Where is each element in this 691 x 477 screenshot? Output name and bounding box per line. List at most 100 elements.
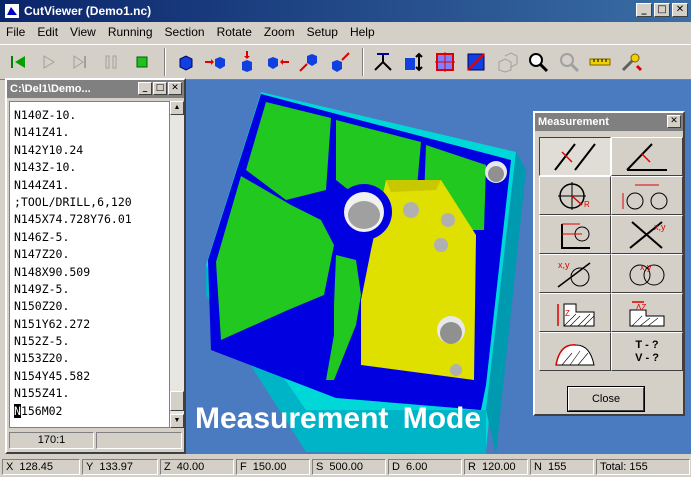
code-line[interactable]: N150Z20. <box>14 298 169 315</box>
menu-zoom[interactable]: Zoom <box>264 25 295 39</box>
code-window-title: C:\Del1\Demo... <box>10 83 91 95</box>
status-y-value: 133.97 <box>99 460 133 473</box>
wire-button[interactable] <box>493 48 521 76</box>
cube-icon <box>179 55 193 71</box>
code-line[interactable]: N153Z20. <box>14 350 169 367</box>
svg-text:ΔZ: ΔZ <box>636 303 646 312</box>
status-x: X 128.45 <box>2 458 80 475</box>
tools-button[interactable] <box>617 48 645 76</box>
code-line[interactable]: N144Z41. <box>14 177 169 194</box>
title-bar: CutViewer (Demo1.nc) _ □ ✕ <box>0 0 691 22</box>
run-button[interactable] <box>128 48 156 76</box>
window-title: CutViewer (Demo1.nc) <box>24 4 152 18</box>
tool-label: T - ? <box>635 338 659 351</box>
measure-line-circle-button[interactable]: x,y <box>539 254 611 293</box>
code-line[interactable]: N149Z-5. <box>14 281 169 298</box>
view-front-button[interactable] <box>171 48 199 76</box>
measurement-close-button[interactable]: Close <box>567 386 645 412</box>
pause-icon <box>105 55 117 69</box>
menu-section[interactable]: Section <box>165 25 205 39</box>
measurement-title: Measurement <box>538 116 609 128</box>
status-n-value: 155 <box>547 460 567 473</box>
code-line[interactable]: N140Z-10. <box>14 107 169 124</box>
measurement-close-x-button[interactable]: ✕ <box>667 115 681 128</box>
tool-feed-speed-button[interactable]: T - ? V - ? <box>611 332 683 371</box>
svg-text:x,y: x,y <box>654 222 666 232</box>
code-line[interactable]: N155Z41. <box>14 385 169 402</box>
code-line[interactable]: N154Y45.582 <box>14 368 169 385</box>
svg-text:R: R <box>584 200 590 209</box>
ruler-button[interactable] <box>586 48 614 76</box>
status-y: Y 133.97 <box>82 458 158 475</box>
step-back-button[interactable] <box>35 48 63 76</box>
view-top-button[interactable] <box>233 48 261 76</box>
step-forward-button[interactable] <box>66 48 94 76</box>
magnifier-icon <box>529 53 549 73</box>
pan-button[interactable] <box>555 48 583 76</box>
cube-arrow-diagonal-2-icon <box>332 52 350 72</box>
corner-point-icon <box>561 223 590 249</box>
code-scrollbar[interactable]: ▲ ▼ <box>170 101 184 428</box>
measure-hole-distance-button[interactable] <box>611 176 683 215</box>
measure-area-button[interactable] <box>539 332 611 371</box>
code-line[interactable]: N141Z41. <box>14 124 169 141</box>
minimize-button[interactable]: _ <box>636 3 652 17</box>
measure-depth-z-button[interactable]: Z <box>539 293 611 332</box>
close-button[interactable]: ✕ <box>672 3 688 17</box>
code-maximize-button[interactable]: □ <box>153 82 167 95</box>
view-left-button[interactable] <box>264 48 292 76</box>
measure-intersection-button[interactable]: x,y <box>611 215 683 254</box>
maximize-button[interactable]: □ <box>654 3 670 17</box>
measure-corner-point-button[interactable] <box>539 215 611 254</box>
code-line[interactable]: N148X90.509 <box>14 264 169 281</box>
scroll-up-button[interactable]: ▲ <box>170 101 184 115</box>
code-line[interactable]: N143Z-10. <box>14 159 169 176</box>
menu-rotate[interactable]: Rotate <box>217 25 252 39</box>
view-iso-1-button[interactable] <box>295 48 323 76</box>
parallel-lines-icon <box>554 142 596 171</box>
measure-depth-delta-z-button[interactable]: ΔZ <box>611 293 683 332</box>
zoom-button[interactable] <box>524 48 552 76</box>
view-iso-2-button[interactable] <box>326 48 354 76</box>
dimension-button[interactable] <box>400 48 428 76</box>
code-line[interactable]: N152Z-5. <box>14 333 169 350</box>
menu-running[interactable]: Running <box>108 25 153 39</box>
menu-edit[interactable]: Edit <box>37 25 58 39</box>
menu-file[interactable]: File <box>6 25 25 39</box>
toolbar <box>0 44 691 80</box>
view-right-button[interactable] <box>202 48 230 76</box>
pause-button[interactable] <box>97 48 125 76</box>
code-line[interactable]: N151Y62.272 <box>14 316 169 333</box>
measure-circle-circle-button[interactable]: x,y <box>611 254 683 293</box>
code-close-button[interactable]: ✕ <box>168 82 182 95</box>
menu-help[interactable]: Help <box>350 25 375 39</box>
code-line[interactable]: N147Z20. <box>14 246 169 263</box>
status-f: F 150.00 <box>236 458 310 475</box>
status-n-label: N <box>534 460 542 473</box>
section-fill-button[interactable] <box>462 48 490 76</box>
code-line[interactable]: N142Y10.24 <box>14 142 169 159</box>
code-line[interactable]: ;TOOL/DRILL,6,120 <box>14 194 169 211</box>
measure-button[interactable] <box>369 48 397 76</box>
measure-radius-button[interactable]: R <box>539 176 611 215</box>
ruler-icon <box>589 58 611 66</box>
scroll-down-button[interactable]: ▼ <box>170 414 184 428</box>
section-button[interactable] <box>431 48 459 76</box>
menu-view[interactable]: View <box>70 25 96 39</box>
rewind-button[interactable] <box>4 48 32 76</box>
code-line[interactable]: N146Z-5. <box>14 229 169 246</box>
angle-icon <box>626 142 667 171</box>
menu-setup[interactable]: Setup <box>307 25 338 39</box>
app-icon <box>5 4 19 18</box>
code-line[interactable]: N145X74.728Y76.01 <box>14 211 169 228</box>
code-line-current[interactable]: N156M02 <box>14 403 169 420</box>
status-n: N 155 <box>530 458 594 475</box>
status-r-label: R <box>468 460 476 473</box>
status-z-value: 40.00 <box>176 460 205 473</box>
code-listing[interactable]: N140Z-10. N141Z41. N142Y10.24 N143Z-10. … <box>9 101 170 428</box>
scroll-thumb[interactable] <box>170 391 184 411</box>
measure-angle-button[interactable] <box>611 137 683 176</box>
code-minimize-button[interactable]: _ <box>138 82 152 95</box>
menu-bar: File Edit View Running Section Rotate Zo… <box>0 22 691 42</box>
measure-parallel-button[interactable] <box>539 137 611 176</box>
